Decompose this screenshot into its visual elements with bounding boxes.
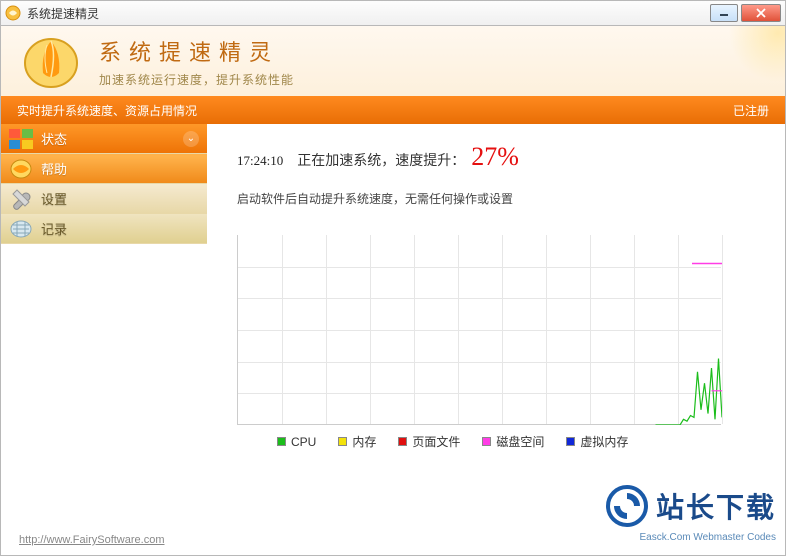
sidebar: 状态 ⌄ 帮助 设置 记录 [1, 124, 207, 526]
sidebar-item-settings[interactable]: 设置 [1, 184, 207, 214]
status-left: 实时提升系统速度、资源占用情况 [17, 102, 733, 119]
main-panel: 17:24:10 正在加速系统，速度提升： 27% 启动软件后自动提升系统速度，… [207, 124, 785, 526]
logo-icon [21, 33, 81, 89]
legend-item: 磁盘空间 [482, 433, 544, 450]
titlebar: 系统提速精灵 [0, 0, 786, 26]
legend-label: CPU [291, 435, 316, 449]
brand-subtitle: 加速系统运行速度，提升系统性能 [99, 71, 294, 88]
timestamp: 17:24:10 [237, 153, 283, 169]
app-header: 系统提速精灵 加速系统运行速度，提升系统性能 [1, 26, 785, 96]
watermark: 站长下载 Easck.Com Webmaster Codes [606, 485, 776, 527]
close-button[interactable] [741, 4, 781, 22]
sub-message: 启动软件后自动提升系统速度，无需任何操作或设置 [237, 190, 761, 207]
sidebar-item-label: 状态 [41, 129, 183, 148]
sidebar-item-label: 帮助 [41, 159, 207, 178]
legend-swatch [398, 437, 407, 446]
legend-swatch [482, 437, 491, 446]
status-registered: 已注册 [733, 102, 769, 119]
status-bar: 实时提升系统速度、资源占用情况 已注册 [1, 96, 785, 124]
sidebar-item-log[interactable]: 记录 [1, 214, 207, 244]
legend-label: 页面文件 [412, 433, 460, 450]
legend-item: 虚拟内存 [566, 433, 628, 450]
legend-label: 内存 [352, 433, 376, 450]
legend-swatch [338, 437, 347, 446]
legend-label: 磁盘空间 [496, 433, 544, 450]
wrench-icon [1, 184, 41, 214]
brand-title: 系统提速精灵 [99, 35, 294, 67]
sidebar-item-help[interactable]: 帮助 [1, 154, 207, 184]
app-icon [5, 5, 21, 21]
minimize-button[interactable] [710, 4, 738, 22]
chart-legend: CPU 内存 页面文件 磁盘空间 虚拟内存 [237, 433, 761, 450]
watermark-sub: Easck.Com Webmaster Codes [639, 532, 776, 543]
help-icon [1, 154, 41, 184]
sidebar-item-status[interactable]: 状态 ⌄ [1, 124, 207, 154]
legend-swatch [566, 437, 575, 446]
boost-percent: 27% [471, 142, 519, 172]
chevron-down-icon: ⌄ [183, 131, 199, 147]
legend-label: 虚拟内存 [580, 433, 628, 450]
log-icon [1, 214, 41, 244]
legend-item: 页面文件 [398, 433, 460, 450]
watermark-icon [606, 485, 648, 527]
performance-chart [237, 235, 721, 425]
legend-item: CPU [277, 435, 316, 449]
legend-item: 内存 [338, 433, 376, 450]
legend-swatch [277, 437, 286, 446]
status-message: 正在加速系统，速度提升： [297, 150, 465, 170]
sidebar-item-label: 设置 [41, 189, 207, 208]
windows-icon [1, 124, 41, 154]
window-title: 系统提速精灵 [27, 5, 710, 22]
watermark-text: 站长下载 [656, 486, 776, 526]
sidebar-item-label: 记录 [41, 219, 207, 238]
